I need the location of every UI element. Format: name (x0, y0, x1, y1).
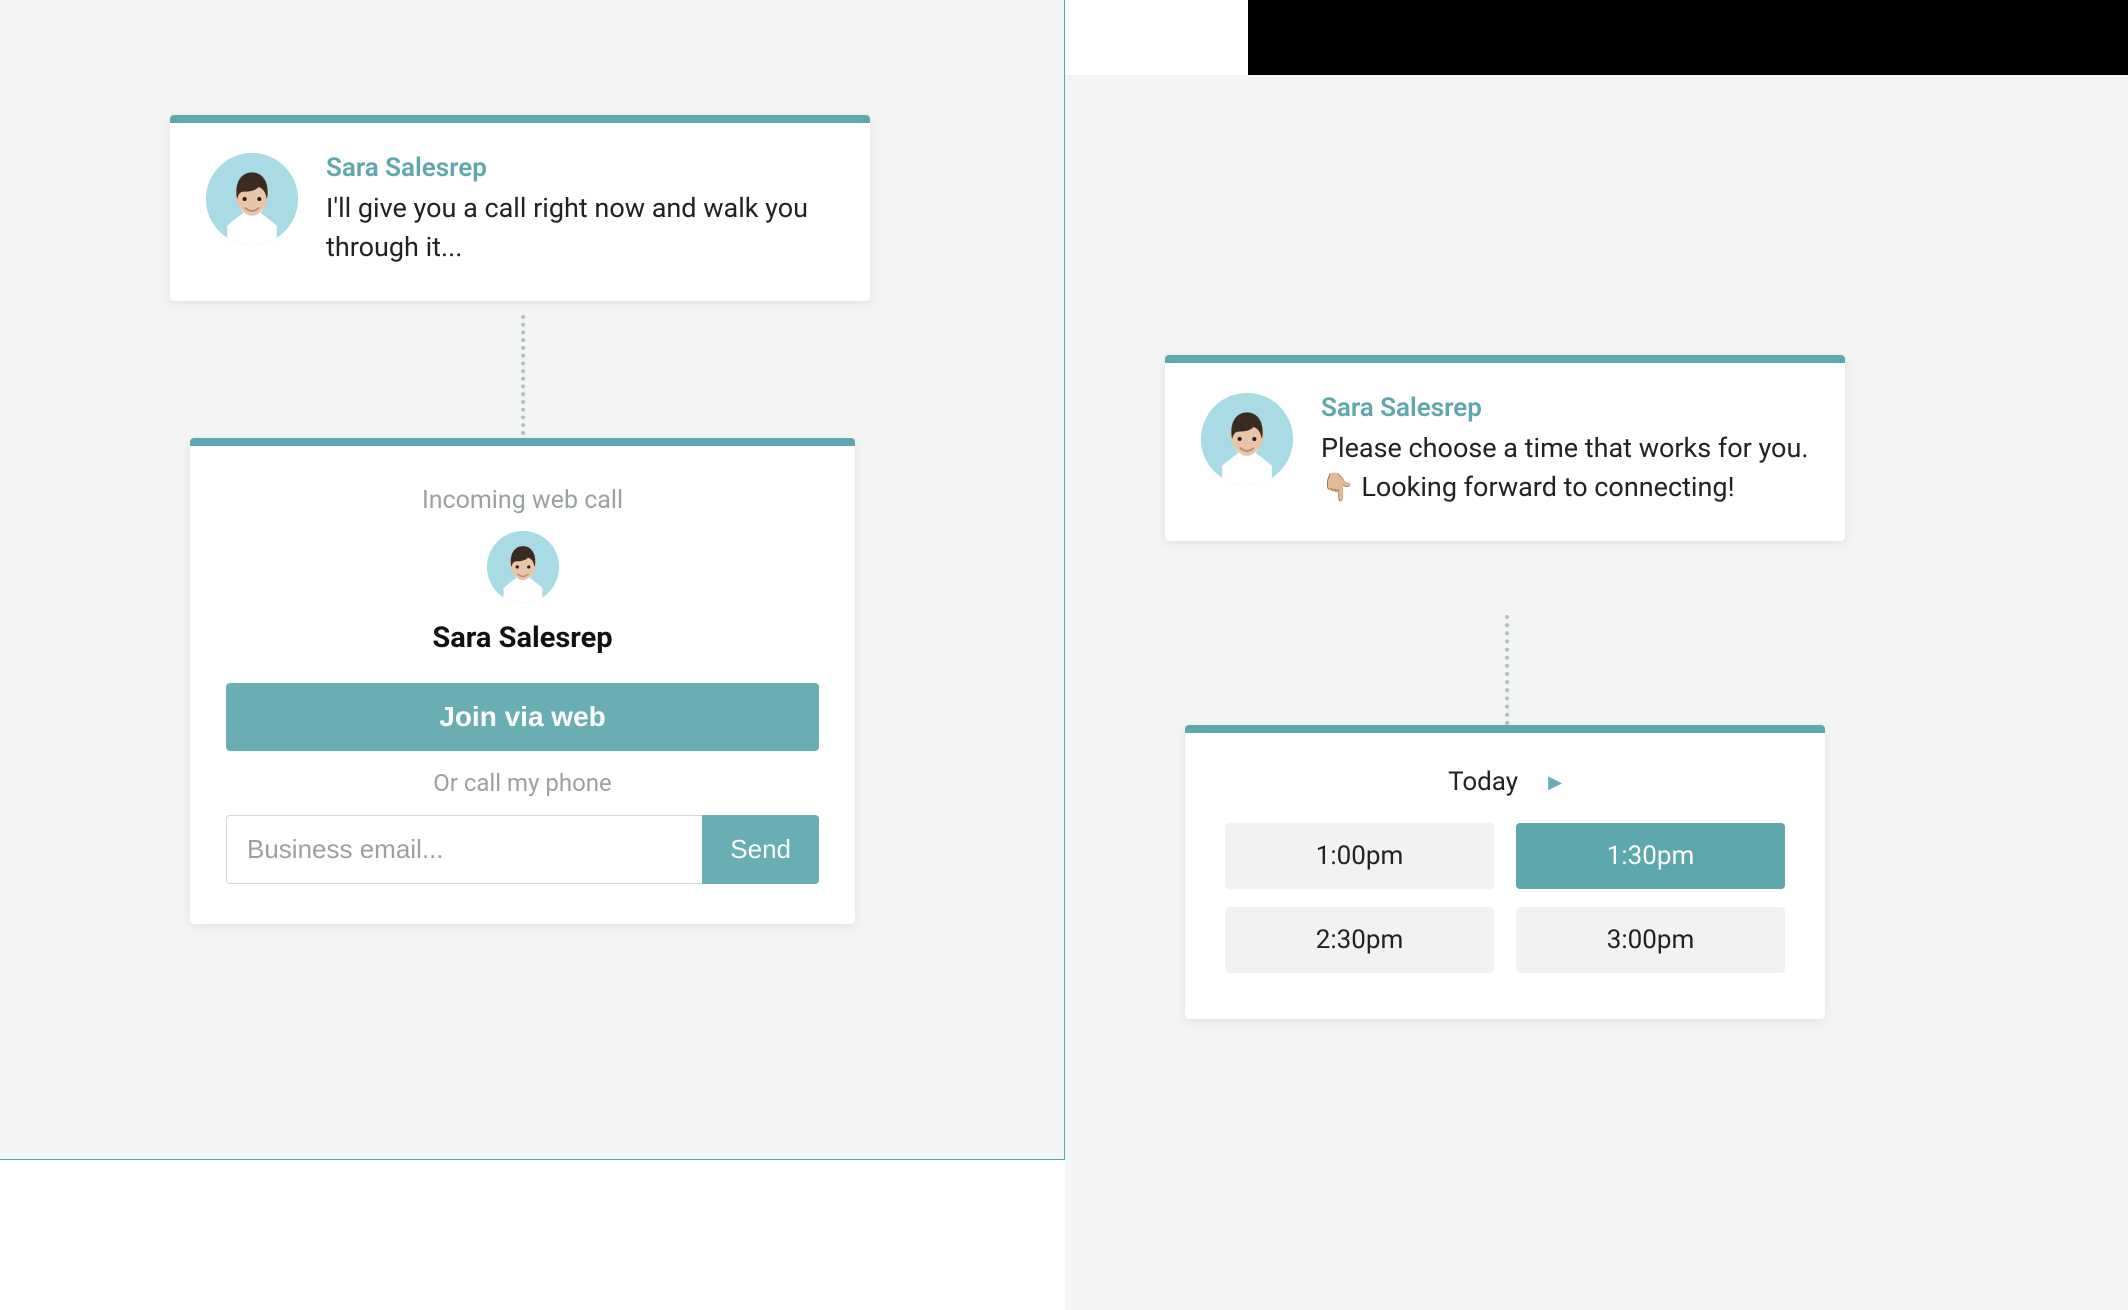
email-input-row: Send (226, 815, 819, 884)
avatar-illustration (487, 531, 559, 603)
avatar-illustration (206, 153, 298, 245)
top-right-black-bar (1248, 0, 2128, 75)
avatar (1201, 393, 1293, 485)
chat-message-card-right: Sara Salesrep Please choose a time that … (1165, 355, 1845, 541)
left-panel: Sara Salesrep I'll give you a call right… (0, 0, 1065, 1160)
chat-message-text: Please choose a time that works for you.… (1321, 429, 1809, 507)
avatar-illustration (1201, 393, 1293, 485)
time-slot-grid: 1:00pm 1:30pm 2:30pm 3:00pm (1225, 823, 1785, 973)
chat-sender-name: Sara Salesrep (326, 153, 834, 183)
business-email-input[interactable] (226, 815, 702, 884)
join-via-web-button[interactable]: Join via web (226, 683, 819, 751)
avatar (206, 153, 298, 245)
scheduler-day-label: Today (1448, 767, 1518, 797)
chat-sender-name: Sara Salesrep (1321, 393, 1809, 423)
caller-avatar (487, 531, 559, 603)
time-slot[interactable]: 3:00pm (1516, 907, 1785, 973)
chevron-right-icon[interactable]: ▶ (1548, 772, 1562, 793)
dotted-connector (1505, 615, 1509, 725)
incoming-call-label: Incoming web call (226, 486, 819, 515)
chat-body: Sara Salesrep I'll give you a call right… (326, 153, 834, 267)
incoming-call-card: Incoming web call Sara Salesrep Join via… (190, 438, 855, 924)
scheduler-header: Today ▶ (1225, 767, 1785, 797)
right-panel: Sara Salesrep Please choose a time that … (1065, 75, 2128, 1310)
chat-message-card-left: Sara Salesrep I'll give you a call right… (170, 115, 870, 301)
time-slot-selected[interactable]: 1:30pm (1516, 823, 1785, 889)
chat-message-text: I'll give you a call right now and walk … (326, 189, 834, 267)
chat-body: Sara Salesrep Please choose a time that … (1321, 393, 1809, 507)
time-slot[interactable]: 1:00pm (1225, 823, 1494, 889)
scheduler-card: Today ▶ 1:00pm 1:30pm 2:30pm 3:00pm (1185, 725, 1825, 1019)
dotted-connector (521, 315, 525, 435)
caller-name: Sara Salesrep (226, 621, 819, 655)
or-call-phone-label: Or call my phone (226, 769, 819, 797)
send-button[interactable]: Send (702, 815, 819, 884)
time-slot[interactable]: 2:30pm (1225, 907, 1494, 973)
